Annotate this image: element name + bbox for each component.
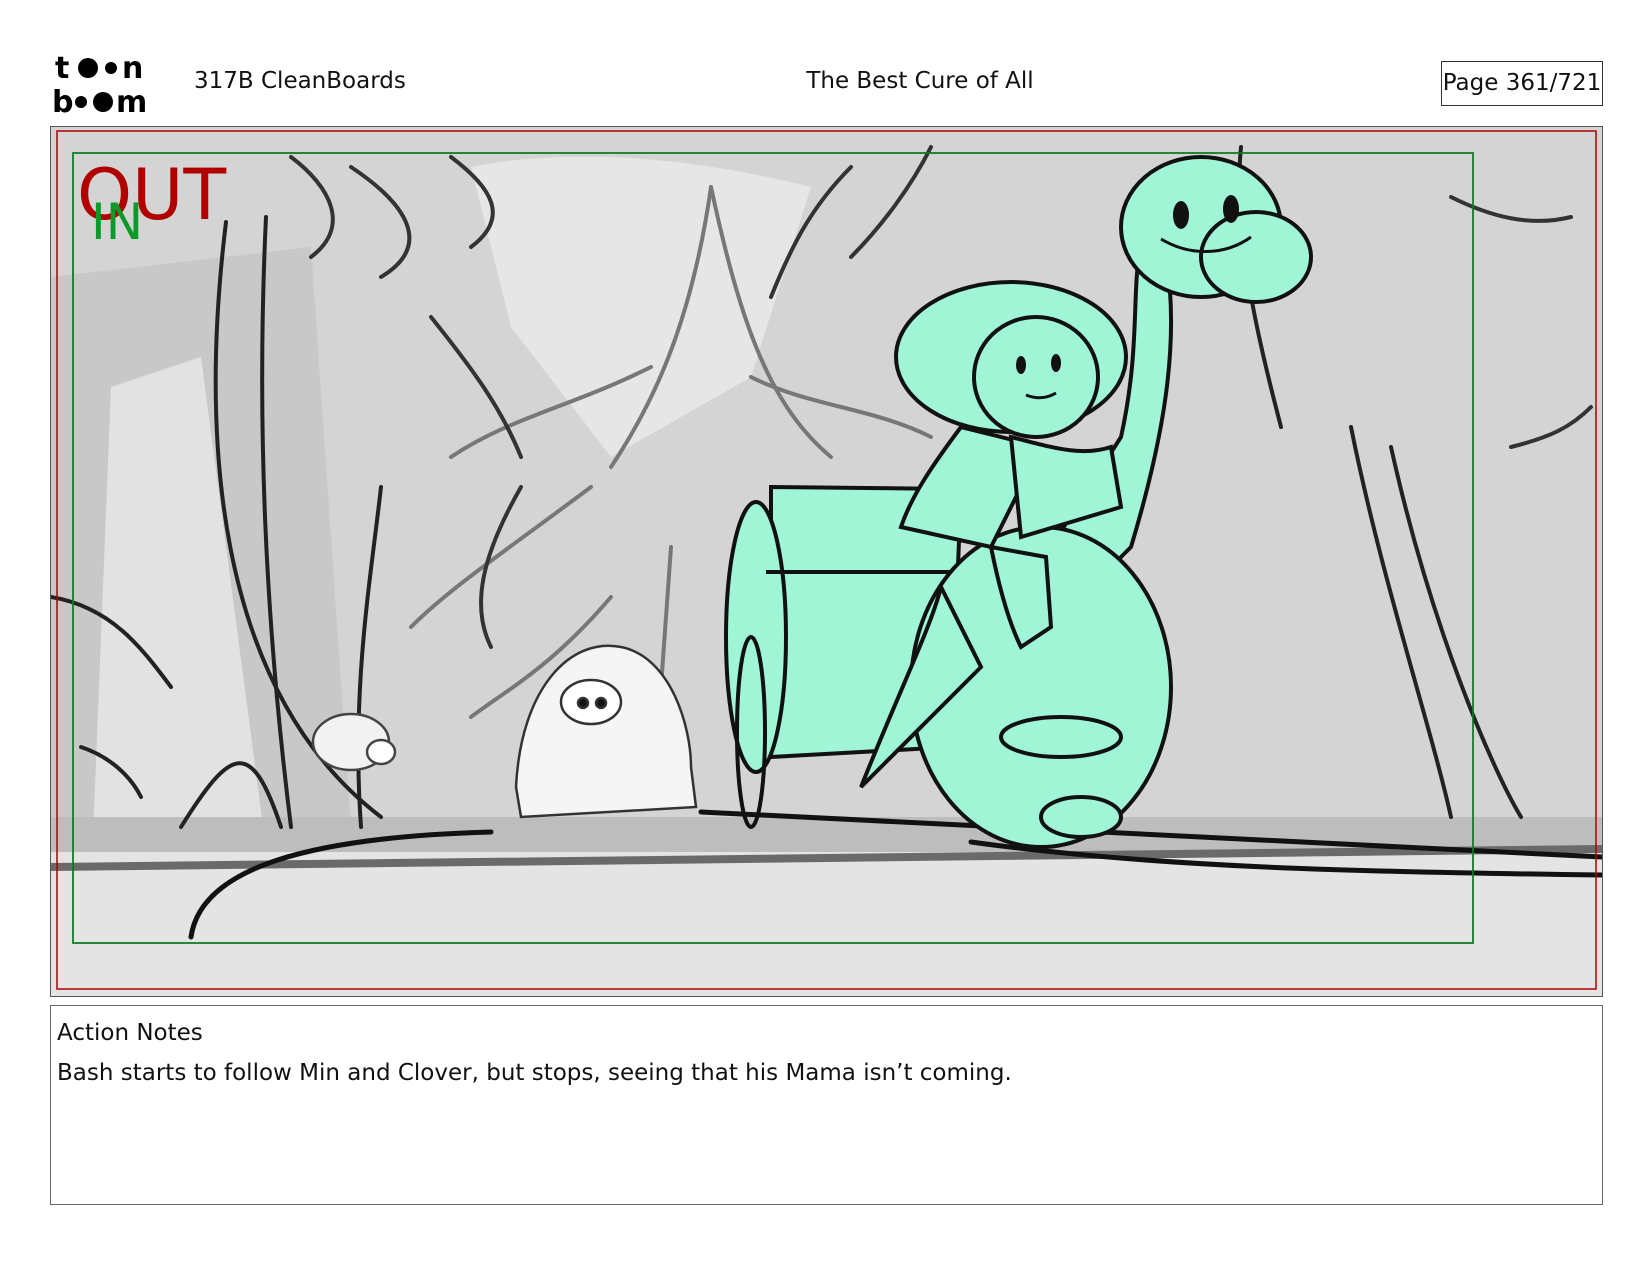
action-notes-text: Bash starts to follow Min and Clover, bu… [57,1060,1012,1086]
episode-title: The Best Cure of All [806,68,1034,94]
action-notes-box: Action Notes Bash starts to follow Min a… [50,1005,1603,1205]
action-notes-heading: Action Notes [57,1020,203,1046]
storyboard-panel: OUT IN [50,126,1603,997]
page-number: Page 361/721 [1441,61,1603,106]
in-label: IN [91,193,143,251]
panel-drawing: OUT IN [51,127,1602,996]
